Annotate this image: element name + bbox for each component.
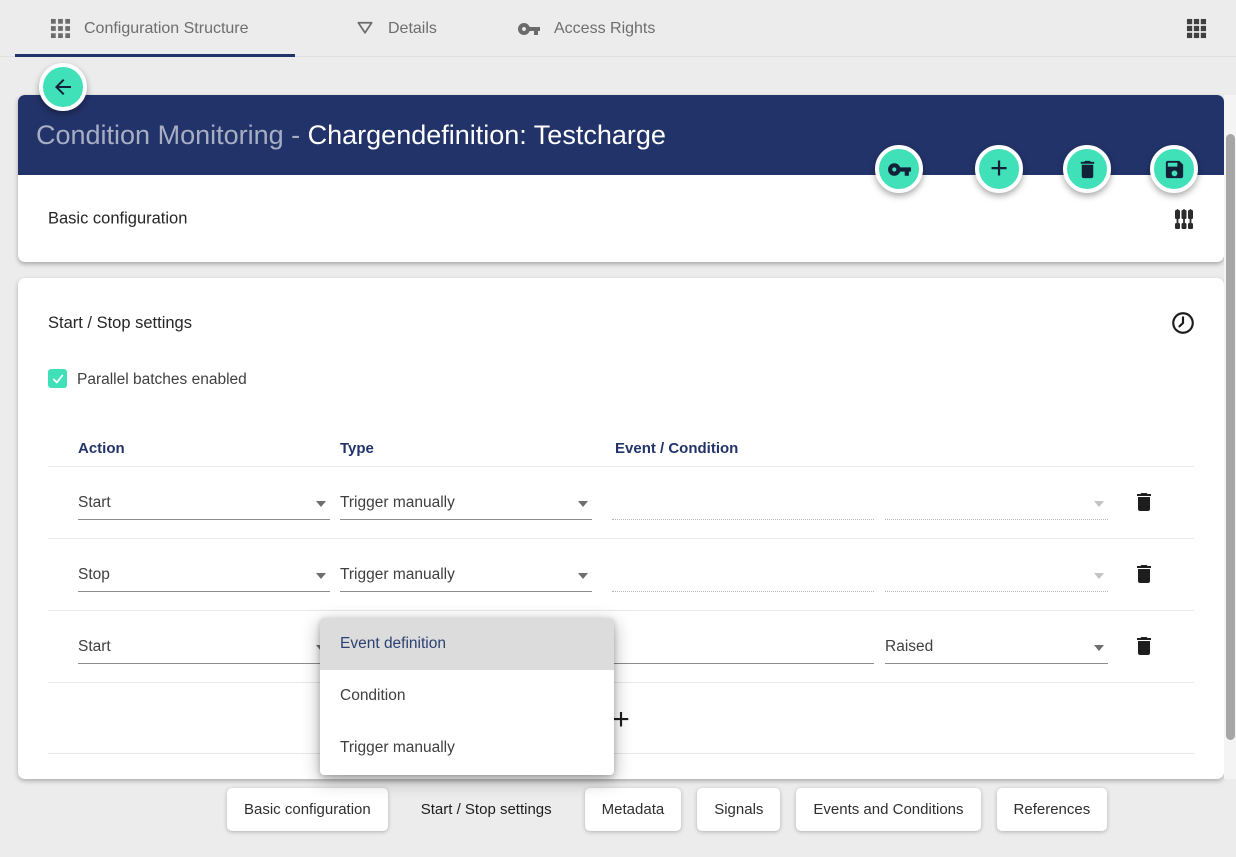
- title-prefix: Condition Monitoring -: [36, 120, 308, 150]
- action-value: Start: [78, 494, 111, 512]
- access-key-button[interactable]: [875, 145, 923, 193]
- chevron-down-icon: [316, 573, 326, 579]
- delete-button[interactable]: [1063, 145, 1111, 193]
- qualifier-select[interactable]: [885, 486, 1108, 520]
- tab-label: Access Rights: [554, 20, 655, 38]
- qualifier-select[interactable]: Raised: [885, 630, 1108, 664]
- row-trash-icon[interactable]: [1132, 561, 1156, 587]
- row-trash-icon[interactable]: [1132, 633, 1156, 659]
- start-stop-settings-card: Start / Stop settings Parallel batches e…: [18, 278, 1224, 779]
- active-tab-indicator: [15, 54, 295, 57]
- chevron-down-icon: [1094, 573, 1104, 579]
- chevron-down-icon: [578, 501, 588, 507]
- title-band: Condition Monitoring - Chargendefinition…: [18, 95, 1224, 175]
- footer-tab-start-stop-settings[interactable]: Start / Stop settings: [404, 788, 569, 831]
- arrow-left-icon: [51, 75, 75, 99]
- event-condition-field[interactable]: [612, 630, 874, 664]
- tab-access-rights[interactable]: Access Rights: [517, 0, 655, 57]
- tab-configuration-structure[interactable]: Configuration Structure: [50, 0, 249, 57]
- tab-details[interactable]: Details: [355, 0, 437, 57]
- footer-tab-signals[interactable]: Signals: [697, 788, 780, 831]
- back-button[interactable]: [39, 63, 87, 111]
- action-value: Stop: [78, 566, 110, 584]
- table-row: Start Raised: [18, 610, 1224, 682]
- check-icon: [51, 372, 65, 386]
- top-tab-bar: Configuration Structure Details Access R…: [0, 0, 1236, 57]
- dropdown-option-event-definition[interactable]: Event definition: [320, 618, 614, 670]
- chevron-down-icon: [1094, 645, 1104, 651]
- footer-section-tabs: Basic configuration Start / Stop setting…: [227, 788, 1107, 831]
- parallel-batches-label: Parallel batches enabled: [77, 371, 247, 389]
- funnel-icon: [355, 19, 375, 39]
- table-divider: [48, 753, 1194, 754]
- title-main: Chargendefinition: Testcharge: [308, 120, 666, 150]
- column-header-action: Action: [78, 440, 125, 457]
- tune-sliders-icon[interactable]: [1172, 207, 1196, 231]
- qualifier-select[interactable]: [885, 558, 1108, 592]
- type-dropdown-menu: Event definition Condition Trigger manua…: [320, 618, 614, 775]
- plus-icon: +: [990, 152, 1008, 183]
- screen: Configuration Structure Details Access R…: [0, 0, 1236, 857]
- scrollbar-thumb[interactable]: [1226, 134, 1235, 740]
- apps-grid-icon[interactable]: [1186, 18, 1207, 39]
- type-value: Trigger manually: [340, 494, 455, 512]
- add-button[interactable]: +: [975, 145, 1023, 193]
- table-row: Stop Trigger manually: [18, 538, 1224, 610]
- action-select[interactable]: Start: [78, 630, 330, 664]
- footer-tab-basic-configuration[interactable]: Basic configuration: [227, 788, 388, 831]
- clock-icon[interactable]: [1170, 310, 1196, 336]
- column-header-type: Type: [340, 440, 374, 457]
- grid-icon: [50, 18, 71, 39]
- action-value: Start: [78, 638, 111, 656]
- add-row-button[interactable]: +: [18, 705, 1224, 735]
- event-condition-field[interactable]: [612, 486, 874, 520]
- type-value: Trigger manually: [340, 566, 455, 584]
- start-stop-settings-title: Start / Stop settings: [48, 314, 192, 333]
- qualifier-value: Raised: [885, 638, 933, 656]
- save-icon: [1163, 158, 1186, 181]
- type-select[interactable]: Trigger manually: [340, 558, 592, 592]
- footer-tab-references[interactable]: References: [997, 788, 1108, 831]
- key-icon: [517, 17, 541, 41]
- key-icon: [887, 157, 912, 182]
- chevron-down-icon: [316, 501, 326, 507]
- action-select[interactable]: Start: [78, 486, 330, 520]
- row-trash-icon[interactable]: [1132, 489, 1156, 515]
- tab-label: Configuration Structure: [84, 20, 249, 38]
- event-condition-field[interactable]: [612, 558, 874, 592]
- table-divider: [48, 682, 1194, 683]
- footer-tab-events-and-conditions[interactable]: Events and Conditions: [796, 788, 980, 831]
- page-title: Condition Monitoring - Chargendefinition…: [36, 120, 666, 151]
- dropdown-option-condition[interactable]: Condition: [320, 670, 614, 722]
- chevron-down-icon: [1094, 501, 1104, 507]
- basic-configuration-row: Basic configuration: [18, 175, 1224, 262]
- parallel-batches-checkbox[interactable]: [48, 369, 67, 388]
- save-button[interactable]: [1150, 145, 1198, 193]
- dropdown-option-trigger-manually[interactable]: Trigger manually: [320, 722, 614, 774]
- footer-tab-metadata[interactable]: Metadata: [585, 788, 682, 831]
- basic-configuration-label: Basic configuration: [48, 209, 187, 228]
- action-select[interactable]: Stop: [78, 558, 330, 592]
- header-card: Condition Monitoring - Chargendefinition…: [18, 95, 1224, 262]
- tab-label: Details: [388, 20, 437, 38]
- column-header-event-condition: Event / Condition: [615, 440, 738, 457]
- table-row: Start Trigger manually: [18, 466, 1224, 538]
- type-select[interactable]: Trigger manually: [340, 486, 592, 520]
- chevron-down-icon: [578, 573, 588, 579]
- trash-icon: [1076, 158, 1099, 181]
